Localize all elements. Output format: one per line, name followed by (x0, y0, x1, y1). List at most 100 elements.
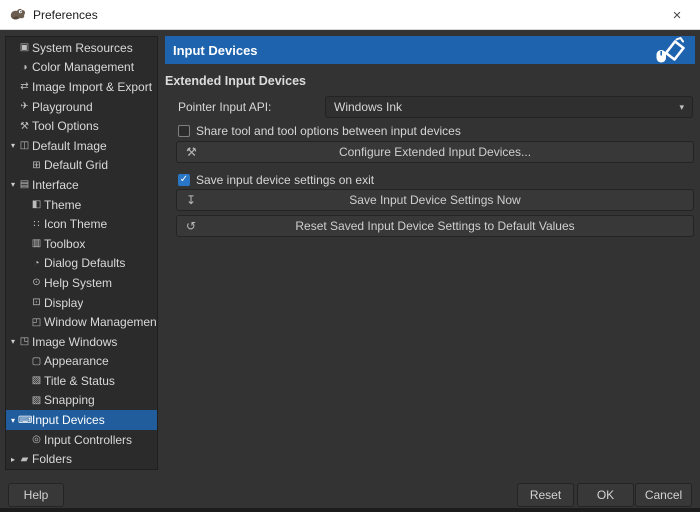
sidebar-item-label: Default Image (32, 139, 107, 153)
default-image-icon: ◫ (18, 140, 31, 151)
sidebar-item-appearance[interactable]: ▢Appearance (6, 352, 157, 372)
sidebar-item-label: Input Controllers (44, 433, 132, 447)
gimp-wilber-icon (9, 8, 27, 22)
sidebar-item-system-resources[interactable]: ▣System Resources (6, 38, 157, 58)
cancel-button[interactable]: Cancel (635, 483, 692, 507)
sidebar-item-label: Appearance (44, 354, 109, 368)
title-status-icon: ▧ (30, 375, 43, 386)
sidebar-item-image-windows[interactable]: ▾◳Image Windows (6, 332, 157, 352)
page-title: Input Devices (173, 43, 653, 58)
image-windows-icon: ◳ (18, 336, 31, 347)
sidebar-item-label: Title & Status (44, 374, 115, 388)
dialog-defaults-icon: ◔ (30, 258, 43, 269)
close-icon[interactable]: × (654, 0, 700, 30)
snapping-icon: ▨ (30, 395, 43, 406)
sidebar-item-label: Interface (32, 178, 79, 192)
input-devices-icon: ⌨ (18, 415, 31, 426)
sidebar-item-label: Theme (44, 198, 81, 212)
sidebar-item-label: Tool Options (32, 119, 99, 133)
sidebar-item-dialog-defaults[interactable]: ◔Dialog Defaults (6, 254, 157, 274)
sidebar-item-label: Folders (32, 452, 72, 466)
toolbox-icon: ▥ (30, 238, 43, 249)
sidebar-item-folders[interactable]: ▸▰Folders (6, 449, 157, 469)
save-button-label: Save Input Device Settings Now (349, 193, 520, 207)
page-header: Input Devices (165, 36, 695, 64)
reset-button[interactable]: Reset (517, 483, 574, 507)
sidebar-item-label: Playground (32, 100, 93, 114)
configure-extended-devices-button[interactable]: ⚒ Configure Extended Input Devices... (176, 141, 694, 163)
pointer-api-value: Windows Ink (334, 100, 679, 114)
preferences-category-tree: ▣System Resources◑Color Management⇄Image… (5, 36, 158, 470)
sidebar-item-interface[interactable]: ▾▤Interface (6, 175, 157, 195)
sidebar-item-label: Icon Theme (44, 217, 107, 231)
color-management-icon: ◑ (18, 62, 31, 73)
sidebar-item-default-image[interactable]: ▾◫Default Image (6, 136, 157, 156)
sidebar-item-tool-options[interactable]: ⚒Tool Options (6, 116, 157, 136)
sidebar-item-playground[interactable]: ✈Playground (6, 97, 157, 117)
pointer-api-label: Pointer Input API: (178, 100, 271, 114)
reset-button-label: Reset Saved Input Device Settings to Def… (295, 219, 574, 233)
appearance-icon: ▢ (30, 356, 43, 367)
display-icon: ⊡ (30, 297, 43, 308)
icon-theme-icon: ∷ (30, 219, 43, 230)
interface-icon: ▤ (18, 179, 31, 190)
configure-icon: ⚒ (186, 145, 197, 159)
share-tool-options-checkbox[interactable]: Share tool and tool options between inpu… (178, 124, 461, 138)
expander-open-icon[interactable]: ▾ (8, 141, 18, 150)
sidebar-item-toolbox[interactable]: ▥Toolbox (6, 234, 157, 254)
save-on-exit-checkbox[interactable]: ✓ Save input device settings on exit (178, 173, 374, 187)
system-resources-icon: ▣ (18, 42, 31, 53)
sidebar-item-title-status[interactable]: ▧Title & Status (6, 371, 157, 391)
sidebar-item-label: Color Management (32, 60, 134, 74)
share-tool-options-label: Share tool and tool options between inpu… (196, 124, 461, 138)
section-title: Extended Input Devices (165, 74, 306, 88)
sidebar-item-label: Toolbox (44, 237, 85, 251)
titlebar: Preferences × (0, 0, 700, 30)
sidebar-item-snapping[interactable]: ▨Snapping (6, 391, 157, 411)
sidebar-item-window-management[interactable]: ◰Window Management (6, 312, 157, 332)
sidebar-item-label: Snapping (44, 393, 95, 407)
tool-options-icon: ⚒ (18, 121, 31, 132)
sidebar-item-label: Image Windows (32, 335, 117, 349)
expander-open-icon[interactable]: ▾ (8, 416, 18, 425)
sidebar-item-label: Window Management (44, 315, 157, 329)
sidebar-item-default-grid[interactable]: ⊞Default Grid (6, 156, 157, 176)
checkbox-checked-icon[interactable]: ✓ (178, 174, 190, 186)
sidebar-item-input-controllers[interactable]: ◎Input Controllers (6, 430, 157, 450)
sidebar-item-label: Default Grid (44, 158, 108, 172)
pointer-api-row: Pointer Input API: Windows Ink ▾ (165, 96, 695, 118)
sidebar-item-color-management[interactable]: ◑Color Management (6, 58, 157, 78)
theme-icon: ◧ (30, 199, 43, 210)
reset-icon: ↺ (186, 219, 196, 233)
sidebar-item-label: System Resources (32, 41, 133, 55)
sidebar-item-theme[interactable]: ◧Theme (6, 195, 157, 215)
image-import-export-icon: ⇄ (18, 81, 31, 92)
sidebar-item-icon-theme[interactable]: ∷Icon Theme (6, 214, 157, 234)
expander-closed-icon[interactable]: ▸ (8, 455, 18, 464)
sidebar-item-image-import-export[interactable]: ⇄Image Import & Export (6, 77, 157, 97)
input-devices-header-icon (653, 37, 687, 63)
save-on-exit-label: Save input device settings on exit (196, 173, 374, 187)
checkbox-unchecked-icon[interactable] (178, 125, 190, 137)
sidebar-item-label: Display (44, 296, 83, 310)
reset-saved-settings-button[interactable]: ↺ Reset Saved Input Device Settings to D… (176, 215, 694, 237)
save-icon: ↧ (186, 193, 196, 207)
expander-open-icon[interactable]: ▾ (8, 180, 18, 189)
save-settings-now-button[interactable]: ↧ Save Input Device Settings Now (176, 189, 694, 211)
window-title: Preferences (33, 8, 98, 22)
chevron-down-icon: ▾ (679, 102, 684, 113)
ok-button[interactable]: OK (577, 483, 634, 507)
expander-open-icon[interactable]: ▾ (8, 337, 18, 346)
sidebar-item-display[interactable]: ⊡Display (6, 293, 157, 313)
sidebar-item-input-devices[interactable]: ▾⌨Input Devices (6, 410, 157, 430)
pointer-api-dropdown[interactable]: Windows Ink ▾ (325, 96, 693, 118)
help-button[interactable]: Help (8, 483, 64, 507)
configure-button-label: Configure Extended Input Devices... (339, 145, 531, 159)
help-system-icon: ⊙ (30, 277, 43, 288)
default-grid-icon: ⊞ (30, 160, 43, 171)
input-controllers-icon: ◎ (30, 434, 43, 445)
sidebar-item-label: Dialog Defaults (44, 256, 125, 270)
sidebar-item-help-system[interactable]: ⊙Help System (6, 273, 157, 293)
sidebar-item-label: Input Devices (32, 413, 105, 427)
playground-icon: ✈ (18, 101, 31, 112)
